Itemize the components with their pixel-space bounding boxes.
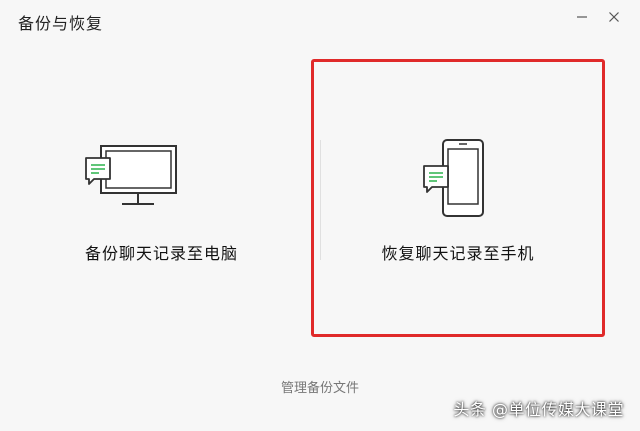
close-button[interactable] (603, 6, 625, 28)
backup-restore-window: 备份与恢复 备份聊天记录至电脑 恢复聊天记录至手机 管理备份文件 头条 @单位传… (0, 0, 640, 431)
phone-chat-icon (419, 137, 489, 223)
backup-option-label: 备份聊天记录至电脑 (84, 244, 238, 263)
minimize-button[interactable] (571, 6, 593, 28)
window-title: 备份与恢复 (18, 14, 104, 33)
restore-to-phone-option[interactable]: 恢复聊天记录至手机 (311, 59, 605, 337)
manage-backup-files-link[interactable]: 管理备份文件 (0, 377, 640, 396)
watermark-text: 头条 @单位传媒大课堂 (453, 400, 624, 419)
computer-chat-icon (83, 139, 179, 211)
restore-option-label: 恢复聊天记录至手机 (381, 244, 535, 263)
backup-to-computer-option[interactable]: 备份聊天记录至电脑 (20, 59, 303, 337)
minimize-icon (577, 16, 587, 18)
close-icon (609, 12, 619, 22)
